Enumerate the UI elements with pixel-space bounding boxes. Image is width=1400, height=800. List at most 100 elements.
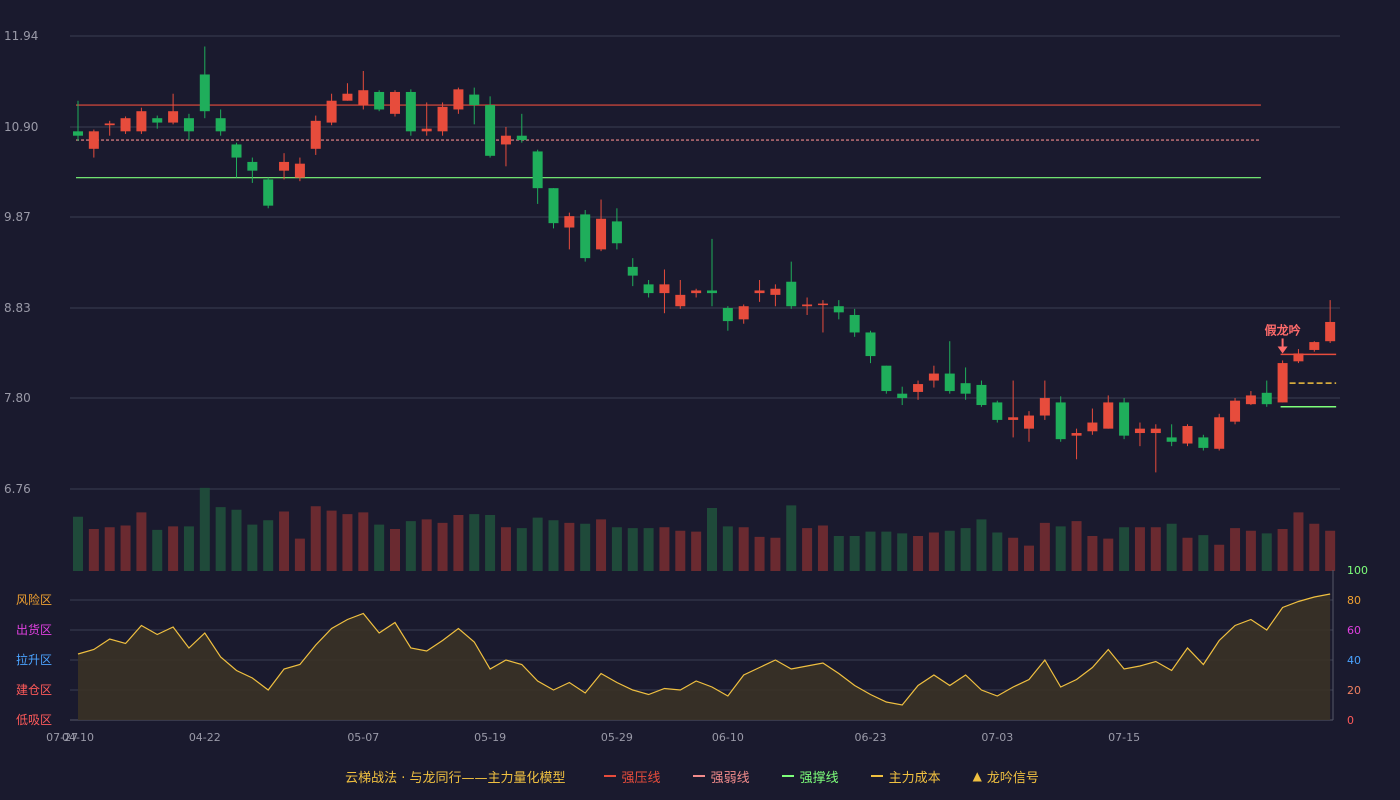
price-tick-label: 8.83 — [4, 301, 31, 315]
volume-bar — [469, 514, 480, 571]
candle-body — [532, 151, 543, 189]
candle-body — [548, 188, 559, 224]
volume-bar — [817, 525, 828, 571]
legend-item-strength[interactable]: 强弱线 — [692, 767, 750, 786]
legend-item-support[interactable]: 强撑线 — [781, 767, 839, 786]
x-tick-label: 04-22 — [189, 731, 221, 744]
volume-bar — [247, 524, 258, 571]
x-tick-label: 05-19 — [474, 731, 506, 744]
price-tick-label: 7.80 — [4, 391, 31, 405]
x-tick-label: 07-15 — [1108, 731, 1140, 744]
volume-bar — [865, 531, 876, 571]
volume-bar — [104, 527, 115, 571]
volume-bar — [421, 519, 432, 571]
volume-bar — [1277, 529, 1288, 571]
candle-body — [326, 100, 337, 123]
volume-bar — [1150, 527, 1161, 571]
candle-body — [1134, 428, 1145, 434]
osc-tick-label: 0 — [1347, 714, 1354, 727]
candle-body — [770, 288, 781, 295]
candle-body — [1214, 417, 1225, 449]
x-tick-label: 05-29 — [601, 731, 633, 744]
candle-body — [675, 294, 686, 307]
volume-bar — [152, 529, 163, 571]
legend-item-cost[interactable]: 主力成本 — [870, 767, 941, 786]
candle-body — [88, 131, 99, 149]
candle-body — [168, 111, 179, 123]
candle-body — [643, 284, 654, 294]
volume-bar — [342, 514, 353, 571]
volume-bar — [374, 524, 385, 571]
volume-bar — [120, 525, 131, 571]
candle-body — [1008, 417, 1019, 420]
legend-swatch — [603, 775, 616, 777]
volume-bar — [294, 538, 305, 571]
candle-body — [516, 135, 527, 141]
volume-bar — [500, 527, 511, 571]
candle-body — [183, 118, 194, 132]
stock-chart: 11.94 10.90 9.87 8.83 7.80 6.76 假龙吟 100 80 60 40 20… — [4, 29, 1368, 744]
legend-label: 强弱线 — [710, 770, 750, 786]
candle-body — [1150, 428, 1161, 434]
volume-bar — [326, 510, 337, 571]
candle-body — [1103, 402, 1114, 429]
volume-bar — [659, 527, 670, 571]
candle-body — [136, 111, 147, 132]
x-tick-label: 06-10 — [712, 731, 744, 744]
candle-body — [1277, 363, 1288, 403]
volume-bar — [596, 519, 607, 571]
candle-body — [1119, 402, 1130, 436]
candle-body — [992, 402, 1003, 420]
osc-tick-label: 40 — [1347, 654, 1361, 667]
legend-label: 主力成本 — [888, 770, 941, 786]
candle-body — [421, 128, 432, 132]
volume-bar — [881, 531, 892, 571]
volume-bar — [1230, 528, 1241, 571]
zone-label: 低吸区 — [16, 713, 52, 727]
legend-title: 云梯战法 · 与龙同行——主力量化模型 — [345, 770, 566, 786]
candle-body — [374, 91, 385, 110]
candle-body — [928, 373, 939, 381]
osc-tick-label: 60 — [1347, 624, 1361, 637]
volume-bar — [231, 509, 242, 571]
candle-body — [722, 307, 733, 322]
candle-body — [1198, 437, 1209, 448]
volume-bar — [358, 512, 369, 571]
candle-body — [849, 314, 860, 333]
candle-body — [960, 383, 971, 394]
volume-bar — [770, 537, 781, 571]
osc-tick-label: 20 — [1347, 684, 1361, 697]
volume-bar — [1119, 527, 1130, 571]
candle-body — [152, 118, 163, 123]
candle-body — [944, 373, 955, 392]
candle-body — [707, 290, 717, 294]
osc-area — [78, 594, 1331, 720]
zone-label: 拉升区 — [16, 652, 52, 667]
candle-body — [405, 91, 416, 132]
volume-bar — [88, 529, 99, 571]
legend-item-signal[interactable]: ▲ 龙吟信号 — [973, 767, 1039, 786]
volume-bar — [215, 507, 226, 571]
price-tick-label: 6.76 — [4, 482, 31, 496]
volume-bar — [802, 528, 813, 571]
volume-bar — [722, 526, 733, 571]
volume-bar — [405, 521, 416, 571]
volume-bar — [1166, 523, 1177, 571]
volume-bar — [1325, 530, 1336, 571]
candle-body — [897, 393, 908, 399]
volume-bar — [437, 522, 448, 571]
candle-body — [1325, 321, 1336, 342]
volume-bar — [1293, 512, 1304, 571]
price-tick-label: 11.94 — [4, 29, 38, 43]
legend-item-pressure[interactable]: 强压线 — [603, 767, 661, 786]
volume-bar — [1214, 544, 1225, 571]
volume-bar — [1245, 530, 1256, 571]
volume-bar — [1309, 523, 1320, 571]
candle-body — [358, 90, 369, 106]
volume-bar — [1261, 533, 1272, 571]
candle-body — [215, 118, 226, 132]
x-tick-label: 06-23 — [855, 731, 887, 744]
volume-bar — [548, 520, 559, 571]
triangle-icon: ▲ — [972, 769, 982, 783]
candle-body — [564, 216, 575, 228]
